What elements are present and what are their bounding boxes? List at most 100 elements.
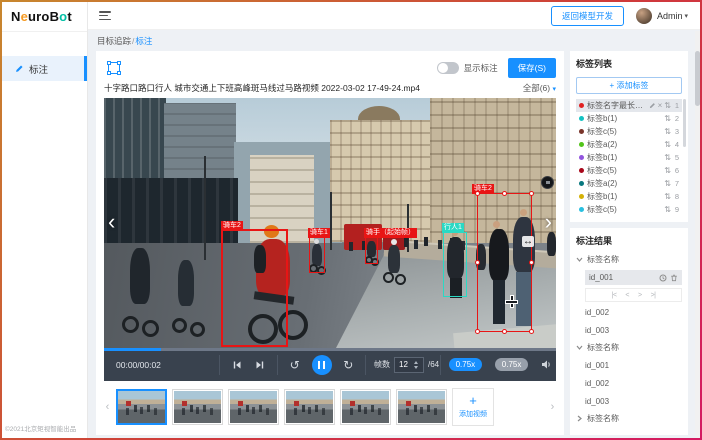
label-row[interactable]: 标签c(5) ⇅ 9 [576,203,682,216]
topbar: 返回模型开发 Admin ▾ [88,2,700,30]
label-color-dot [579,116,584,121]
label-name: 标签b(1) [587,152,662,163]
label-row[interactable]: 标签c(5) ⇅ 6 [576,164,682,177]
pause-button[interactable] [312,355,332,375]
result-group-header[interactable]: 标签名称 [576,252,682,267]
result-item[interactable]: id_003 [585,323,682,338]
sort-label-icon[interactable]: ⇅ [664,167,671,175]
step-down-icon[interactable] [414,366,418,369]
avatar[interactable] [636,8,652,24]
step-up-icon[interactable] [414,361,418,364]
speed-pill-secondary[interactable]: 0.75x [495,358,529,371]
video-thumbnail[interactable] [396,389,447,425]
sidebar-item-annotate[interactable]: 标注 [2,56,87,81]
label-row[interactable]: 标签a(2) ⇅ 4 [576,138,682,151]
add-video-button[interactable]: + 添加视频 [452,388,494,426]
frame-number-input[interactable] [395,360,413,369]
prev-frame-icon[interactable] [232,360,242,370]
pager-next-icon[interactable]: > [638,292,642,299]
video-filter-dropdown[interactable]: 全部(6) ▾ [523,82,556,94]
bbox-annotation[interactable]: 骑车2 [221,229,288,347]
sort-label-icon[interactable]: ⇅ [664,102,671,110]
photo-region [395,274,406,285]
label-rows: 标签名字最长数... × ⇅ 1 标签b(1) ⇅ 2 [576,99,682,216]
result-group-header[interactable]: 标签名称 [576,411,682,426]
pager-prev-icon[interactable]: < [625,292,629,299]
resize-handle[interactable] [502,329,507,334]
result-group-header[interactable]: 标签名称 [576,340,682,355]
bbox-annotation-selected[interactable]: 骑车2 [477,193,532,332]
bbox-annotation[interactable]: 骑手（起始帧） [365,237,378,264]
frame-stepper[interactable] [414,361,418,369]
speed-pill-active[interactable]: 0.75x [449,358,483,371]
resize-handle[interactable] [529,191,534,196]
pager-last-icon[interactable]: >| [651,292,656,299]
next-frame-icon[interactable] [255,360,265,370]
video-canvas[interactable]: 骑车2 骑车1 骑手（起始帧） 行人1 骑车2 [104,98,556,348]
resize-handle[interactable] [475,191,480,196]
resize-handle[interactable] [502,191,507,196]
save-button[interactable]: 保存(S) [508,58,556,78]
label-list-scrollbar[interactable] [683,99,686,147]
resize-handle[interactable] [529,329,534,334]
label-row[interactable]: 标签名字最长数... × ⇅ 1 [576,99,682,112]
user-dropdown-caret-icon[interactable]: ▾ [684,12,688,20]
seek-bar[interactable] [104,348,556,351]
label-row[interactable]: 标签b(1) ⇅ 5 [576,151,682,164]
sort-label-icon[interactable]: ⇅ [664,115,671,123]
back-to-model-dev-button[interactable]: 返回模型开发 [551,6,624,26]
volume-icon[interactable] [541,359,552,370]
sort-label-icon[interactable]: ⇅ [664,128,671,136]
sort-label-icon[interactable]: ⇅ [664,193,671,201]
pager-first-icon[interactable]: |< [612,292,617,299]
username[interactable]: Admin [657,11,683,21]
video-thumbnail[interactable] [340,389,391,425]
filmstrip-next-icon[interactable]: › [549,401,556,413]
box-action-icon[interactable] [541,176,554,189]
resize-handle[interactable] [529,260,534,265]
show-annotation-toggle[interactable] [437,62,459,74]
collapse-menu-icon[interactable] [99,11,111,20]
delete-label-icon[interactable]: × [658,102,663,110]
label-row[interactable]: 标签c(5) ⇅ 3 [576,125,682,138]
sort-label-icon[interactable]: ⇅ [664,141,671,149]
result-group-name: 标签名称 [587,254,619,265]
result-item[interactable]: id_001 [585,270,682,285]
result-item[interactable]: id_001 [585,358,682,373]
label-row[interactable]: 标签b(1) ⇅ 8 [576,190,682,203]
resize-handle[interactable] [475,329,480,334]
edit-label-icon[interactable] [649,102,656,109]
result-item[interactable]: id_002 [585,305,682,320]
sort-label-icon[interactable]: ⇅ [664,180,671,188]
prev-video-chevron-icon[interactable]: ‹ [108,211,115,233]
page-scrollbar[interactable] [695,31,700,438]
filmstrip-prev-icon[interactable]: ‹ [104,401,111,413]
label-shortcut: 6 [674,166,679,175]
sort-label-icon[interactable]: ⇅ [664,154,671,162]
video-thumbnail[interactable] [172,389,223,425]
sort-label-icon[interactable]: ⇅ [664,206,671,214]
bbox-annotation[interactable]: 骑车1 [309,237,325,273]
label-row[interactable]: 标签a(2) ⇅ 7 [576,177,682,190]
history-clock-icon[interactable] [659,274,667,282]
result-item[interactable]: id_002 [585,376,682,391]
video-thumbnail[interactable] [116,389,167,425]
bbox-annotation[interactable]: 行人1 [443,232,467,297]
label-color-dot [579,168,584,173]
breadcrumb-parent[interactable]: 目标追踪 [97,36,131,46]
next-video-chevron-icon[interactable]: › [545,211,552,233]
label-shortcut: 1 [674,101,679,110]
rewind-10-icon[interactable]: ↺ [290,359,300,371]
annotation-toolbar: 显示标注 保存(S) [104,56,556,80]
add-label-button[interactable]: + 添加标签 [576,77,682,94]
label-shortcut: 5 [674,153,679,162]
bounding-box-tool-icon[interactable] [108,62,120,74]
video-thumbnail[interactable] [228,389,279,425]
forward-10-icon[interactable]: ↻ [343,359,353,371]
video-thumbnail[interactable] [284,389,335,425]
result-item[interactable]: id_003 [585,394,682,409]
resize-handle[interactable] [475,260,480,265]
filmstrip: ‹ + 添加视频 › [104,381,556,427]
label-row[interactable]: 标签b(1) ⇅ 2 [576,112,682,125]
trash-icon[interactable] [670,274,678,282]
